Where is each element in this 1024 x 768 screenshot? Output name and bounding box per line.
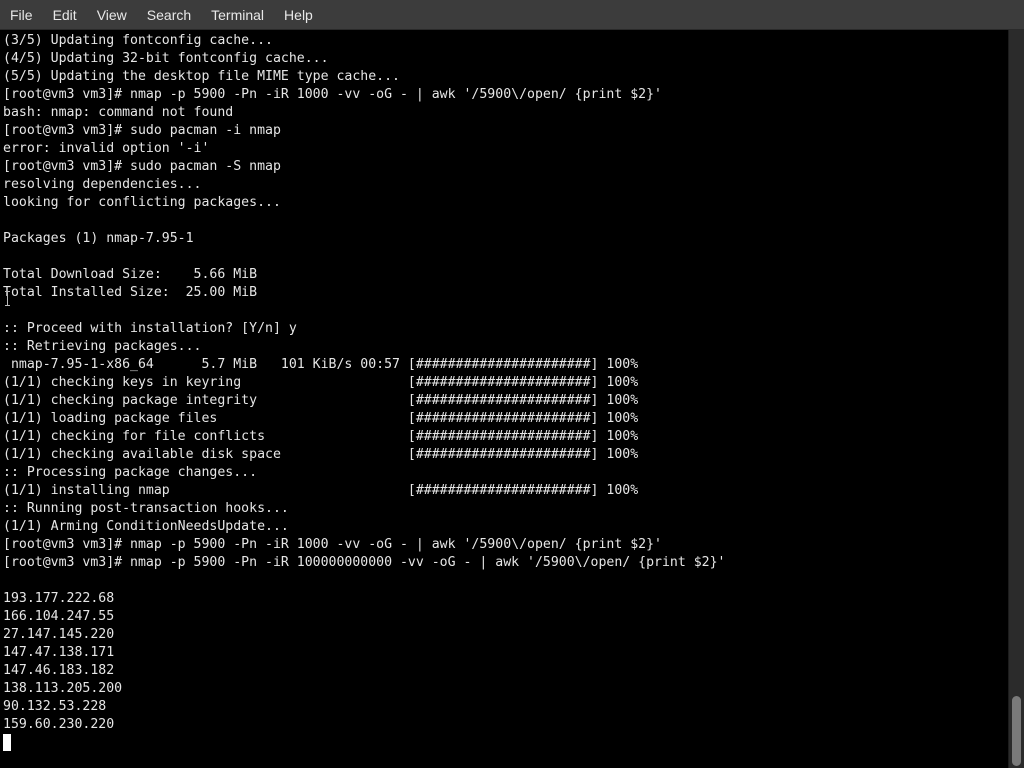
terminal-line: (1/1) Arming ConditionNeedsUpdate...	[3, 519, 289, 534]
menu-bar: File Edit View Search Terminal Help	[0, 0, 1024, 30]
terminal-line: [root@vm3 vm3]# sudo pacman -S nmap	[3, 159, 281, 174]
terminal-line: (1/1) checking available disk space [###…	[3, 447, 639, 462]
terminal-line: :: Running post-transaction hooks...	[3, 501, 289, 516]
mouse-ibeam-cursor-icon	[5, 291, 10, 306]
terminal-line: 147.46.183.182	[3, 663, 115, 678]
terminal-line: 159.60.230.220	[3, 717, 115, 732]
terminal-line: (1/1) checking package integrity [######…	[3, 393, 639, 408]
terminal-line: looking for conflicting packages...	[3, 195, 281, 210]
terminal-line: :: Retrieving packages...	[3, 339, 202, 354]
terminal-line: 27.147.145.220	[3, 627, 115, 642]
terminal-line: (3/5) Updating fontconfig cache...	[3, 33, 273, 48]
terminal-line: Total Download Size: 5.66 MiB	[3, 267, 258, 282]
terminal-line: [root@vm3 vm3]# nmap -p 5900 -Pn -iR 100…	[3, 555, 726, 570]
menu-file[interactable]: File	[0, 0, 43, 30]
terminal-line: (4/5) Updating 32-bit fontconfig cache..…	[3, 51, 329, 66]
menu-terminal[interactable]: Terminal	[201, 0, 274, 30]
terminal-line: 90.132.53.228	[3, 699, 107, 714]
menu-help[interactable]: Help	[274, 0, 323, 30]
menu-edit[interactable]: Edit	[43, 0, 87, 30]
terminal-line: Packages (1) nmap-7.95-1	[3, 231, 194, 246]
terminal-lines: (3/5) Updating fontconfig cache... (4/5) …	[3, 32, 726, 734]
terminal-line: [root@vm3 vm3]# nmap -p 5900 -Pn -iR 100…	[3, 87, 662, 102]
text-cursor	[3, 734, 11, 751]
terminal-line: (1/1) loading package files [###########…	[3, 411, 639, 426]
terminal-line: resolving dependencies...	[3, 177, 202, 192]
terminal-line: nmap-7.95-1-x86_64 5.7 MiB 101 KiB/s 00:…	[3, 357, 639, 372]
terminal-line: :: Processing package changes...	[3, 465, 258, 480]
menu-view[interactable]: View	[87, 0, 137, 30]
terminal-line: (5/5) Updating the desktop file MIME typ…	[3, 69, 400, 84]
terminal-line: (1/1) checking keys in keyring [########…	[3, 375, 639, 390]
terminal-line: Total Installed Size: 25.00 MiB	[3, 285, 258, 300]
terminal-line: (1/1) checking for file conflicts [#####…	[3, 429, 639, 444]
terminal-line: 147.47.138.171	[3, 645, 115, 660]
scrollbar-thumb[interactable]	[1012, 696, 1021, 766]
terminal-line: 166.104.247.55	[3, 609, 115, 624]
terminal-line: 138.113.205.200	[3, 681, 123, 696]
terminal-line: [root@vm3 vm3]# sudo pacman -i nmap	[3, 123, 281, 138]
vertical-scrollbar[interactable]	[1008, 30, 1024, 768]
terminal-line: 193.177.222.68	[3, 591, 115, 606]
menu-search[interactable]: Search	[137, 0, 201, 30]
terminal-line: [root@vm3 vm3]# nmap -p 5900 -Pn -iR 100…	[3, 537, 662, 552]
terminal-line: bash: nmap: command not found	[3, 105, 234, 120]
terminal-output[interactable]: (3/5) Updating fontconfig cache... (4/5) …	[0, 30, 1008, 768]
terminal-line: error: invalid option '-i'	[3, 141, 210, 156]
terminal-line: :: Proceed with installation? [Y/n] y	[3, 321, 297, 336]
terminal-line: (1/1) installing nmap [#################…	[3, 483, 639, 498]
